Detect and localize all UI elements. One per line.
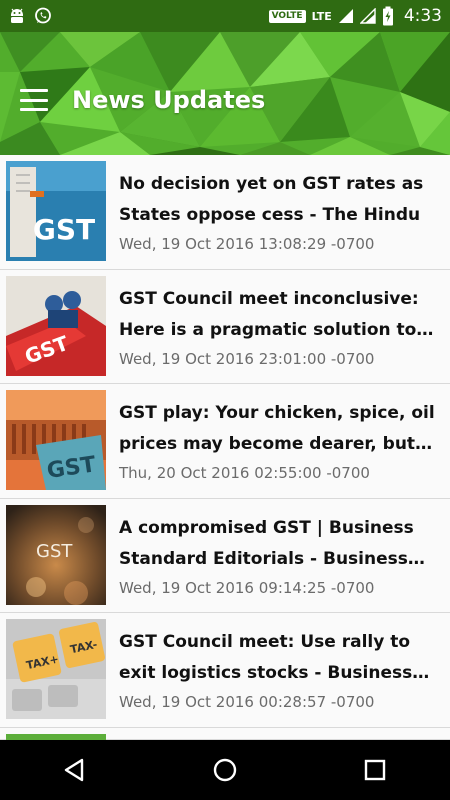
news-thumbnail: TAX+ TAX- <box>6 619 106 719</box>
news-thumbnail: GST <box>6 275 106 376</box>
thumb-caption: GST <box>33 213 95 246</box>
status-bar: VOLTE LTE 4:33 <box>0 0 450 32</box>
signal-icon <box>359 8 376 24</box>
news-title: No decision yet on GST rates as States o… <box>119 174 424 225</box>
news-item[interactable]: GST No decision yet on GST rates as Stat… <box>0 155 450 270</box>
news-item[interactable]: TAX+ TAX- GST Council meet: Use rally to… <box>0 613 450 728</box>
news-item[interactable]: GST GST Council meet inconclusive: Here … <box>0 269 450 384</box>
toolbar: News Updates <box>0 72 450 128</box>
news-thumbnail: GST <box>6 504 106 605</box>
news-date: Wed, 19 Oct 2016 23:01:00 -0700 <box>119 349 375 368</box>
clock: 4:33 <box>403 6 442 26</box>
hamburger-menu-icon[interactable] <box>20 89 48 111</box>
news-item[interactable]: GST GST play: Your chicken, spice, oil p… <box>0 384 450 499</box>
system-nav-bar <box>0 740 450 800</box>
android-icon <box>8 8 26 24</box>
news-date: Thu, 20 Oct 2016 02:55:00 -0700 <box>119 464 370 482</box>
news-title: GST play: Your chicken, spice, oil price… <box>119 403 435 454</box>
news-date: Wed, 19 Oct 2016 09:14:25 -0700 <box>119 578 375 597</box>
news-thumbnail: GST <box>6 161 106 261</box>
news-title: GST Council meet: Use rally to exit logi… <box>119 632 413 683</box>
news-title: A compromised GST | Business Standard Ed… <box>119 517 414 569</box>
recents-square-icon[interactable] <box>345 740 405 800</box>
back-triangle-icon[interactable] <box>45 740 105 800</box>
news-date: Wed, 19 Oct 2016 13:08:29 -0700 <box>119 235 375 253</box>
app-header: News Updates <box>0 32 450 155</box>
news-item[interactable]: GST A compromised GST | Business Standar… <box>0 498 450 613</box>
page-title: News Updates <box>72 86 266 114</box>
whatsapp-icon <box>34 7 52 25</box>
battery-charging-icon <box>382 6 394 26</box>
thumb-caption: GST <box>36 541 73 562</box>
home-circle-icon[interactable] <box>195 740 255 800</box>
news-thumbnail: GST <box>6 390 106 490</box>
news-date: Wed, 19 Oct 2016 00:28:57 -0700 <box>119 693 375 711</box>
signal-icon <box>338 8 354 24</box>
volte-badge: VOLTE <box>268 9 306 23</box>
news-item[interactable] <box>0 727 450 740</box>
news-list[interactable]: GST No decision yet on GST rates as Stat… <box>0 155 450 740</box>
network-type: LTE <box>311 9 332 23</box>
news-title: GST Council meet inconclusive: Here is a… <box>119 288 419 340</box>
